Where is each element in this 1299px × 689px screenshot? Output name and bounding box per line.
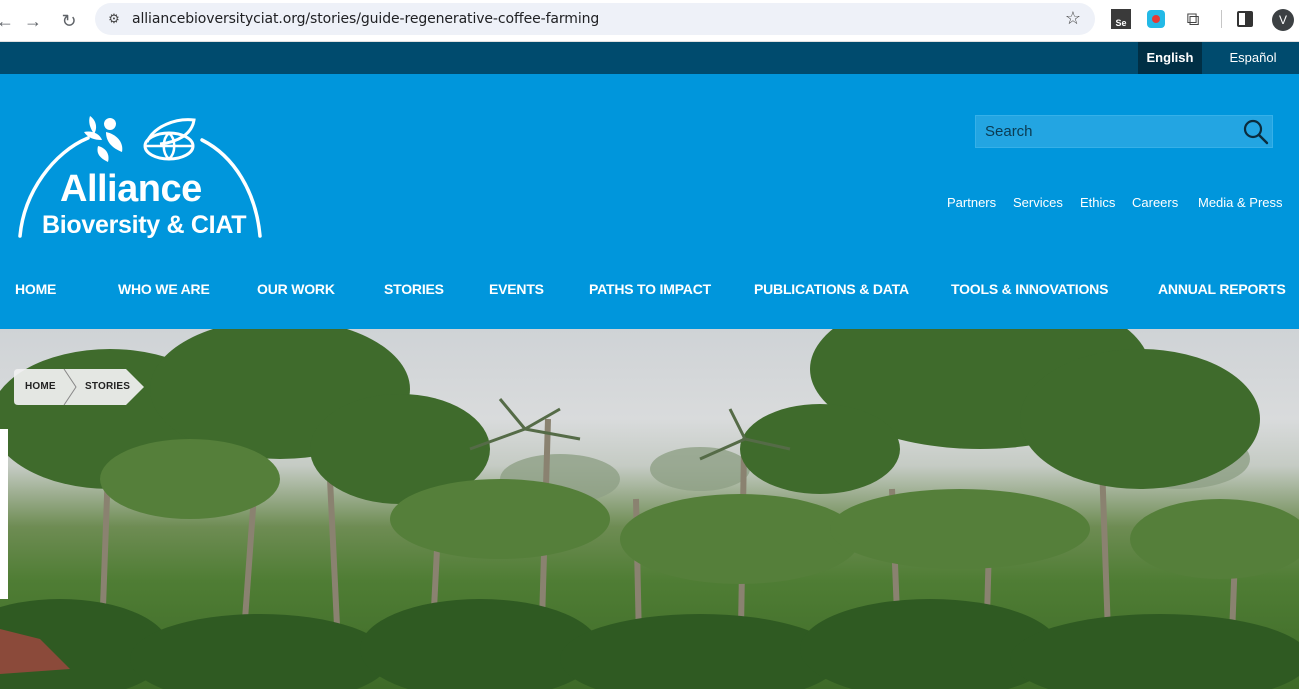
page-edge-strip bbox=[0, 429, 8, 599]
nav-paths-to-impact[interactable]: PATHS TO IMPACT bbox=[589, 281, 711, 297]
util-link-partners[interactable]: Partners bbox=[947, 195, 996, 210]
logo-title[interactable]: Alliance bbox=[60, 168, 202, 211]
toolbar-divider bbox=[1221, 10, 1222, 28]
util-link-careers[interactable]: Careers bbox=[1132, 195, 1178, 210]
nav-our-work[interactable]: OUR WORK bbox=[257, 281, 335, 297]
nav-home[interactable]: HOME bbox=[15, 281, 56, 297]
url-text[interactable]: alliancebioversityciat.org/stories/guide… bbox=[132, 11, 599, 27]
site-settings-icon[interactable]: ⚙ bbox=[105, 10, 123, 28]
extensions-puzzle-icon[interactable]: ⧉ bbox=[1183, 9, 1203, 29]
nav-publications-data[interactable]: PUBLICATIONS & DATA bbox=[754, 281, 909, 297]
site-header: Alliance Bioversity & CIAT Partners Serv… bbox=[0, 74, 1299, 329]
util-link-services[interactable]: Services bbox=[1013, 195, 1063, 210]
record-extension-icon[interactable] bbox=[1147, 10, 1165, 28]
language-bar: English Español bbox=[0, 42, 1299, 74]
coffee-farm-photo bbox=[0, 329, 1299, 689]
nav-tools-innovations[interactable]: TOOLS & INNOVATIONS bbox=[951, 281, 1108, 297]
search-box bbox=[975, 115, 1273, 148]
language-english[interactable]: English bbox=[1138, 42, 1202, 74]
breadcrumb-home[interactable]: HOME bbox=[25, 369, 56, 405]
side-panel-icon[interactable] bbox=[1237, 11, 1253, 27]
nav-who-we-are[interactable]: WHO WE ARE bbox=[118, 281, 210, 297]
nav-annual-reports[interactable]: ANNUAL REPORTS bbox=[1158, 281, 1286, 297]
selenium-extension-icon[interactable]: Se bbox=[1111, 9, 1131, 29]
search-icon[interactable] bbox=[1242, 118, 1270, 146]
search-input[interactable] bbox=[976, 116, 1236, 147]
util-link-media-press[interactable]: Media & Press bbox=[1198, 195, 1283, 210]
reload-icon[interactable]: ↻ bbox=[56, 8, 82, 34]
bookmark-star-icon[interactable]: ☆ bbox=[1065, 8, 1081, 29]
address-bar[interactable]: ⚙ alliancebioversityciat.org/stories/gui… bbox=[95, 3, 1095, 35]
language-spanish[interactable]: Español bbox=[1220, 42, 1286, 74]
util-link-ethics[interactable]: Ethics bbox=[1080, 195, 1115, 210]
browser-toolbar: ← → ↻ ⚙ alliancebioversityciat.org/stori… bbox=[0, 0, 1299, 42]
nav-stories[interactable]: STORIES bbox=[384, 281, 444, 297]
breadcrumb-stories[interactable]: STORIES bbox=[85, 369, 130, 405]
main-navigation: HOME WHO WE ARE OUR WORK STORIES EVENTS … bbox=[0, 281, 1299, 301]
logo-subtitle[interactable]: Bioversity & CIAT bbox=[42, 211, 247, 240]
profile-avatar[interactable]: V bbox=[1272, 9, 1294, 31]
nav-events[interactable]: EVENTS bbox=[489, 281, 544, 297]
forward-icon[interactable]: → bbox=[20, 8, 46, 34]
hero-image: HOME STORIES bbox=[0, 329, 1299, 689]
back-icon[interactable]: ← bbox=[0, 8, 18, 34]
